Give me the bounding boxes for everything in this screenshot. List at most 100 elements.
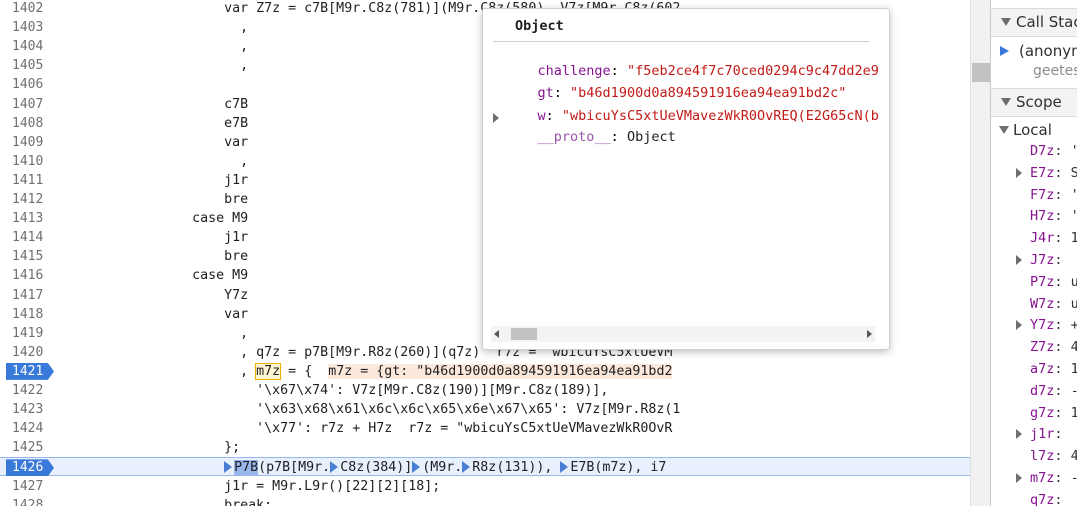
code-line[interactable]: 1423 '\x63\x68\x61\x6c\x6c\x65\x6e\x67\x… — [0, 400, 970, 419]
code-text: , m7z = { m7z = {gt: "b46d1900d0a8945919… — [64, 362, 673, 380]
current-execution-line[interactable]: 1426 P7B(p7B[M9r. C8z(384)] (M9r. R8z(131))… — [0, 457, 970, 477]
scope-variable[interactable]: Z7z: 4 — [1030, 337, 1077, 357]
line-number[interactable]: 1403 — [12, 18, 43, 37]
line-number[interactable]: 1405 — [12, 56, 43, 75]
line-number[interactable]: 1406 — [12, 75, 43, 94]
line-number[interactable]: 1424 — [12, 419, 43, 438]
scrollbar-thumb[interactable] — [972, 63, 990, 82]
continue-to-here-icon[interactable] — [224, 461, 233, 474]
prop-value: Object — [626, 129, 676, 145]
line-number[interactable]: 1421 — [12, 362, 43, 381]
line-number[interactable]: 1404 — [12, 37, 43, 56]
expand-arrow-icon[interactable] — [1016, 320, 1022, 331]
line-number[interactable]: 1414 — [12, 228, 43, 247]
line-number[interactable]: 1413 — [12, 209, 43, 228]
popover-prop-proto[interactable]: __proto__: Object — [505, 107, 676, 145]
scope-variable[interactable]: g7z: 1 — [1030, 403, 1077, 423]
line-number[interactable]: 1417 — [12, 286, 43, 305]
hovered-identifier[interactable]: m7z — [255, 362, 282, 380]
variable-name: d7z — [1030, 382, 1055, 399]
scope-variable[interactable]: J7z: — [1030, 250, 1063, 270]
continue-to-here-icon[interactable] — [412, 461, 421, 474]
variable-name: D7z — [1030, 143, 1055, 159]
local-scope-label[interactable]: Local — [1013, 121, 1052, 139]
code-text: '\x67\x74': V7z[M9r.C8z(190)][M9r.C8z(18… — [64, 383, 609, 398]
scrollbar-thumb[interactable] — [511, 328, 537, 340]
variable-value: 1 — [1071, 405, 1077, 421]
scope-variable[interactable]: a7z: 1 — [1030, 359, 1077, 379]
code-text: '\x77': r7z + H7z r7z = "wbicuYsC5xtUeVM… — [64, 421, 673, 437]
scope-variable[interactable]: W7z: u — [1030, 294, 1077, 314]
popover-prop-challenge[interactable]: challenge: "f5eb2ce4f7c70ced0294c9c47dd2… — [505, 41, 879, 79]
expand-arrow-icon[interactable] — [1016, 473, 1022, 483]
scope-variable[interactable]: j1r: — [1030, 424, 1063, 444]
collapse-arrow-icon[interactable] — [999, 126, 1009, 134]
code-line[interactable]: 1428 break; — [0, 496, 970, 506]
scope-header[interactable]: Scope — [991, 88, 1077, 117]
line-number[interactable]: 1416 — [12, 266, 43, 285]
line-number[interactable]: 1426 — [12, 458, 43, 477]
stack-frame-name[interactable]: (anonym — [1019, 42, 1077, 60]
stack-frame-file[interactable]: geetes — [1033, 63, 1077, 79]
variable-name: m7z — [1030, 470, 1055, 486]
line-number[interactable]: 1411 — [12, 171, 43, 190]
scope-variable[interactable]: F7z: ' — [1030, 185, 1077, 205]
line-number[interactable]: 1402 — [12, 0, 43, 18]
popover-horizontal-scrollbar[interactable] — [491, 326, 875, 342]
scroll-right-icon[interactable] — [867, 330, 872, 338]
line-number[interactable]: 1428 — [12, 496, 43, 506]
variable-name: J7z — [1030, 252, 1055, 268]
code-text: bre — [64, 192, 249, 207]
code-line[interactable]: 1427 j1r = M9r.L9r()[22][2][18]; — [0, 477, 970, 496]
scope-label: Scope — [1016, 93, 1062, 111]
variable-value: u — [1071, 274, 1077, 290]
scroll-left-icon[interactable] — [494, 330, 499, 338]
line-number[interactable]: 1410 — [12, 152, 43, 171]
popover-prop-gt[interactable]: gt: "b46d1900d0a894591916ea94ea91bd2c" — [505, 63, 847, 101]
scope-variable[interactable]: l7z: 4 — [1030, 446, 1077, 466]
line-number[interactable]: 1409 — [12, 133, 43, 152]
code-line[interactable]: 1425 }; — [0, 438, 970, 457]
line-number[interactable]: 1420 — [12, 343, 43, 362]
scope-variable[interactable]: D7z: ' — [1030, 141, 1077, 161]
scope-variable[interactable]: q7z: — [1030, 490, 1063, 506]
line-number[interactable]: 1415 — [12, 247, 43, 266]
variable-value: - — [1071, 383, 1077, 399]
expand-arrow-icon[interactable] — [493, 113, 499, 123]
scope-variable[interactable]: H7z: ' — [1030, 206, 1077, 226]
scope-variable[interactable]: d7z: - — [1030, 381, 1077, 401]
expand-arrow-icon[interactable] — [1016, 167, 1022, 178]
editor-vertical-scrollbar[interactable] — [970, 0, 991, 506]
line-number[interactable]: 1423 — [12, 400, 43, 419]
popover-prop-w[interactable]: w: "wbicuYsC5xtUeVMavezWkR0OvREQ(E2G65cN… — [505, 86, 879, 124]
scope-variable[interactable]: Y7z: + — [1030, 315, 1077, 335]
continue-to-here-icon[interactable] — [560, 461, 569, 474]
line-number[interactable]: 1427 — [12, 477, 43, 496]
scope-variable[interactable]: P7z: u — [1030, 272, 1077, 292]
code-text: }; — [64, 440, 241, 456]
line-number[interactable]: 1407 — [12, 95, 43, 114]
continue-to-here-icon[interactable] — [330, 461, 339, 474]
call-stack-header[interactable]: Call Stack — [991, 8, 1077, 37]
code-line[interactable]: 1424 '\x77': r7z + H7z r7z = "wbicuYsC5x… — [0, 419, 970, 438]
expand-arrow-icon[interactable] — [1016, 255, 1022, 265]
line-number[interactable]: 1408 — [12, 114, 43, 133]
line-number[interactable]: 1419 — [12, 324, 43, 343]
variable-value: 4 — [1071, 339, 1077, 355]
code-text: j1r = M9r.L9r()[22][2][18]; — [64, 478, 441, 494]
scope-variable[interactable]: m7z: - — [1030, 468, 1077, 488]
code-text: case M9 — [64, 211, 249, 227]
line-number[interactable]: 1422 — [12, 381, 43, 400]
line-number[interactable]: 1425 — [12, 438, 43, 457]
continue-to-here-icon[interactable] — [462, 461, 471, 474]
variable-value: ' — [1071, 187, 1077, 203]
variable-name: g7z — [1030, 404, 1055, 421]
scope-variable[interactable]: J4r: 1 — [1030, 228, 1077, 248]
variable-value: - — [1071, 470, 1077, 486]
expand-arrow-icon[interactable] — [1016, 429, 1022, 440]
scope-variable[interactable]: E7z: S — [1030, 163, 1077, 183]
code-line[interactable]: 1422 '\x67\x74': V7z[M9r.C8z(190)][M9r.C… — [0, 381, 970, 400]
line-number[interactable]: 1418 — [12, 305, 43, 324]
code-line[interactable]: 1421 , m7z = { m7z = {gt: "b46d1900d0a89… — [0, 362, 970, 381]
line-number[interactable]: 1412 — [12, 190, 43, 209]
